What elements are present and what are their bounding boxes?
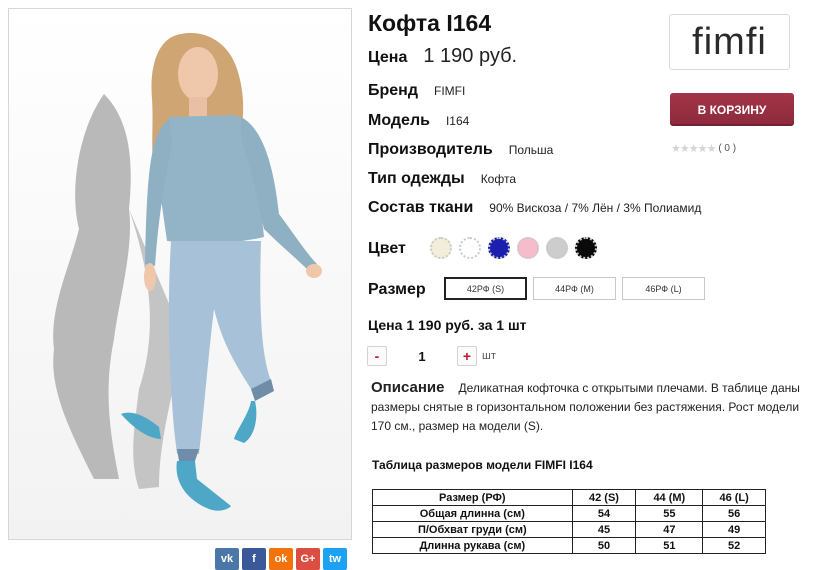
model-value: I164 [445, 114, 470, 128]
vk-icon[interactable]: vk [215, 548, 239, 570]
product-title: Кофта I164 [368, 10, 492, 36]
size-option-l[interactable]: 46РФ (L) [622, 277, 705, 300]
quantity-minus-button[interactable]: - [367, 346, 387, 366]
table-cell: 52 [702, 537, 766, 554]
fabric-label: Состав ткани [368, 199, 474, 216]
table-header-row: Размер (РФ) 42 (S) 44 (M) 46 (L) [372, 489, 766, 506]
facebook-icon[interactable]: f [242, 548, 266, 570]
size-option-s[interactable]: 42РФ (S) [444, 277, 527, 300]
color-swatch-pink[interactable] [517, 237, 539, 259]
table-cell: 49 [702, 521, 766, 538]
total-row: Цена 1 190 руб. за 1 шт [368, 317, 526, 333]
star-rating-icon[interactable]: ★★★★★ [671, 142, 716, 155]
color-swatch-cream[interactable] [430, 237, 452, 259]
quantity-unit: шт [482, 350, 496, 362]
brand-value: FIMFI [434, 84, 466, 98]
brand-row: Бренд FIMFI [368, 82, 465, 100]
brand-logo-text: fimfi [692, 20, 767, 63]
type-value: Кофта [480, 172, 516, 186]
table-cell: 50 [571, 537, 637, 554]
brand-logo[interactable]: fimfi [669, 14, 790, 70]
size-table: Размер (РФ) 42 (S) 44 (M) 46 (L) Общая д… [372, 489, 766, 554]
size-label: Размер [368, 281, 426, 298]
color-swatch-grey[interactable] [546, 237, 568, 259]
rating-count: ( 0 ) [718, 143, 737, 154]
color-label: Цвет [368, 240, 406, 257]
price-label: Цена [368, 49, 408, 66]
total-price-line: Цена 1 190 руб. за 1 шт [368, 317, 527, 333]
quantity-stepper: - 1 + шт [367, 346, 496, 366]
maker-row: Производитель Польша [368, 141, 553, 159]
fabric-row: Состав ткани 90% Вискоза / 7% Лён / 3% П… [368, 199, 701, 217]
color-swatches [430, 237, 597, 259]
table-cell: 47 [635, 521, 704, 538]
table-cell: 51 [635, 537, 704, 554]
table-cell: П/Обхват груди (см) [372, 521, 573, 538]
price-value: 1 190 руб. [423, 45, 518, 67]
table-row: Общая длинна (см) 54 55 56 [372, 505, 766, 522]
model-image [9, 9, 351, 539]
type-label: Тип одежды [368, 170, 465, 187]
table-cell: 55 [635, 505, 704, 522]
description-title: Описание [371, 379, 445, 396]
product-photo[interactable] [8, 8, 352, 540]
brand-label: Бренд [368, 82, 418, 99]
size-table-title: Таблица размеров модели FIMFI I164 [372, 458, 593, 472]
model-label: Модель [368, 112, 430, 129]
table-header-cell: 44 (M) [635, 489, 704, 506]
fabric-value: 90% Вискоза / 7% Лён / 3% Полиамид [489, 201, 702, 215]
add-to-cart-button[interactable]: В КОРЗИНУ [670, 93, 794, 126]
description: Описание Деликатная кофточка с открытыми … [371, 378, 811, 436]
type-row: Тип одежды Кофта [368, 170, 516, 188]
social-share-bar: vk f ok G+ tw [215, 548, 347, 570]
table-row: П/Обхват груди (см) 45 47 49 [372, 521, 766, 538]
table-cell: 56 [702, 505, 766, 522]
quantity-plus-button[interactable]: + [457, 346, 477, 366]
color-swatch-blue[interactable] [488, 237, 510, 259]
twitter-icon[interactable]: tw [323, 548, 347, 570]
table-header-cell: Размер (РФ) [372, 489, 573, 506]
table-cell: Общая длинна (см) [372, 505, 573, 522]
rating: ★★★★★ ( 0 ) [671, 142, 736, 155]
size-options: 42РФ (S) 44РФ (M) 46РФ (L) [444, 277, 705, 300]
maker-value: Польша [508, 143, 554, 157]
price-row: Цена 1 190 руб. [368, 45, 517, 68]
table-row: Длинна рукава (см) 50 51 52 [372, 537, 766, 554]
table-cell: 54 [571, 505, 637, 522]
size-option-m[interactable]: 44РФ (M) [533, 277, 616, 300]
color-swatch-white[interactable] [459, 237, 481, 259]
quantity-value[interactable]: 1 [387, 349, 457, 364]
color-row: Цвет [368, 240, 422, 258]
table-header-cell: 42 (S) [571, 489, 637, 506]
model-row: Модель I164 [368, 112, 469, 130]
maker-label: Производитель [368, 141, 493, 158]
size-row: Размер [368, 281, 442, 299]
odnoklassniki-icon[interactable]: ok [269, 548, 293, 570]
color-swatch-black[interactable] [575, 237, 597, 259]
google-plus-icon[interactable]: G+ [296, 548, 320, 570]
table-cell: 45 [571, 521, 637, 538]
table-cell: Длинна рукава (см) [372, 537, 573, 554]
table-header-cell: 46 (L) [702, 489, 766, 506]
